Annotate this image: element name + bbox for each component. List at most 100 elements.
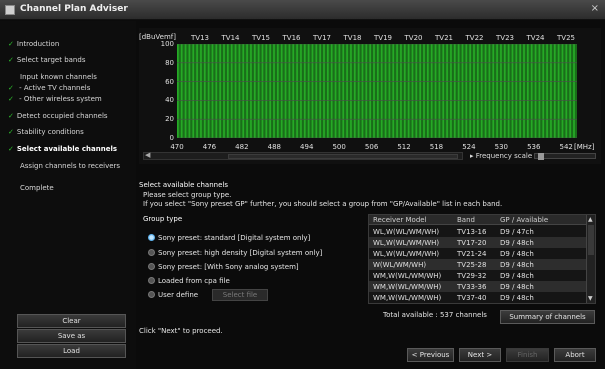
group-type-option[interactable]: Sony preset: [With Sony analog system] [148,263,299,271]
table-row[interactable]: WM,W(WL/WM/WH) TV29-32 D9 / 48ch [369,270,589,281]
previous-button[interactable]: < Previous [407,348,454,362]
abort-button[interactable]: Abort [554,348,596,362]
table-row[interactable]: WL,W(WL/WM/WH) TV17-20 D9 / 48ch [369,237,589,248]
frequency-scale-slider[interactable] [534,153,596,160]
spectrum-bar [398,44,400,138]
spectrum-bar [382,44,384,138]
spectrum-bar [451,44,453,138]
spectrum-bar [497,44,499,138]
x-tick-label: 512 [397,143,411,151]
spectrum-bar [214,44,216,138]
table-scroll-thumb[interactable] [588,225,594,255]
close-icon[interactable]: × [591,3,599,14]
save-as-button[interactable]: Save as [17,329,126,343]
table-row[interactable]: WM,W(WL/WM/WH) TV33-36 D9 / 48ch [369,281,589,292]
group-type-option[interactable]: User define [148,291,198,299]
spectrum-bar [479,44,481,138]
checkmark-icon: ✓ [8,95,14,103]
x-tick-label: 530 [494,143,508,151]
spectrum-bar [245,44,247,138]
group-type-option[interactable]: Loaded from cpa file [148,277,230,285]
step-label: Stability conditions [16,128,84,136]
spectrum-bar [355,44,357,138]
scroll-left-icon[interactable]: ◀ [145,151,150,159]
spectrum-bar [477,44,478,138]
table-scrollbar[interactable]: ▲ ▼ [586,215,595,303]
spectrum-bar [421,44,423,138]
cell-band: TV29-32 [457,272,487,280]
spectrum-bar [285,44,286,138]
spectrum-bar [270,44,271,138]
radio-icon[interactable] [148,234,155,241]
header-band[interactable]: Band [457,216,475,224]
cell-band: TV21-24 [457,250,487,258]
spectrum-bar [439,44,440,138]
scrollbar-thumb[interactable] [228,154,458,159]
spectrum-bar [316,44,317,138]
spectrum-bar [308,44,309,138]
wizard-step: ✓ Select target bands [8,56,85,64]
spectrum-bar [256,44,258,138]
spectrum-bar [409,44,411,138]
spectrum-bar [545,44,547,138]
tv-channel-label: TV14 [221,34,240,42]
slider-knob[interactable] [538,153,544,160]
cell-gp-available: D9 / 48ch [500,283,534,291]
spectrum-bar [520,44,521,138]
scroll-up-icon[interactable]: ▲ [588,216,593,223]
spectrum-bar [297,44,299,138]
spectrum-bar [482,44,484,138]
table-header: Receiver Model Band GP / Available [369,215,595,225]
spectrum-bar [194,44,196,138]
wizard-step: ✓ Introduction [8,40,59,48]
load-button[interactable]: Load [17,344,126,358]
spectrum-bar [328,44,330,138]
radio-icon[interactable] [148,249,155,256]
spectrum-bar [540,44,542,138]
header-receiver-model[interactable]: Receiver Model [373,216,427,224]
spectrum-bar [275,44,277,138]
spectrum-bar [425,44,427,138]
spectrum-bar [216,44,217,138]
spectrum-bar [262,44,263,138]
spectrum-bar [562,44,563,138]
spectrum-bar [505,44,507,138]
spectrum-bar [349,44,351,138]
spectrum-bar [254,44,255,138]
spectrum-bar [371,44,373,138]
spectrum-bar [372,44,374,138]
tv-channel-label: TV18 [343,34,362,42]
table-row[interactable]: WL,W(WL/WM/WH) TV21-24 D9 / 48ch [369,248,589,259]
table-row[interactable]: W(WL/WM/WH) TV25-28 D9 / 48ch [369,259,589,270]
header-gp-available[interactable]: GP / Available [500,216,548,224]
summary-of-channels-button[interactable]: Summary of channels [500,310,595,324]
radio-icon[interactable] [148,263,155,270]
spectrum-bar [190,44,192,138]
spectrum-bar [321,44,323,138]
spectrum-bar [252,44,254,138]
spectrum-bar [195,44,197,138]
spectrum-bar [491,44,493,138]
table-row[interactable]: WM,W(WL/WM/WH) TV37-40 D9 / 48ch [369,292,589,303]
table-row[interactable]: WL,W(WL/WM/WH) TV13-16 D9 / 47ch [369,226,589,237]
scroll-down-icon[interactable]: ▼ [588,295,593,302]
group-type-option[interactable]: Sony preset: high density [Digital syste… [148,249,322,257]
spectrum-bar [375,44,377,138]
checkmark-icon: ✓ [8,112,14,120]
radio-icon[interactable] [148,291,155,298]
frequency-scrollbar[interactable]: ◀ [143,151,463,160]
spectrum-bar [474,44,476,138]
spectrum-bar [279,44,281,138]
radio-icon[interactable] [148,277,155,284]
spectrum-bar [304,44,305,138]
spectrum-bar [460,44,462,138]
spectrum-bar [502,44,504,138]
next-button[interactable]: Next > [459,348,501,362]
spectrum-bar [185,44,186,138]
tv-channel-label: TV25 [557,34,575,42]
spectrum-bar [558,44,559,138]
clear-button[interactable]: Clear [17,314,126,328]
spectrum-bar [454,44,455,138]
step-label: Select target bands [16,56,86,64]
group-type-option[interactable]: Sony preset: standard [Digital system on… [148,234,310,242]
